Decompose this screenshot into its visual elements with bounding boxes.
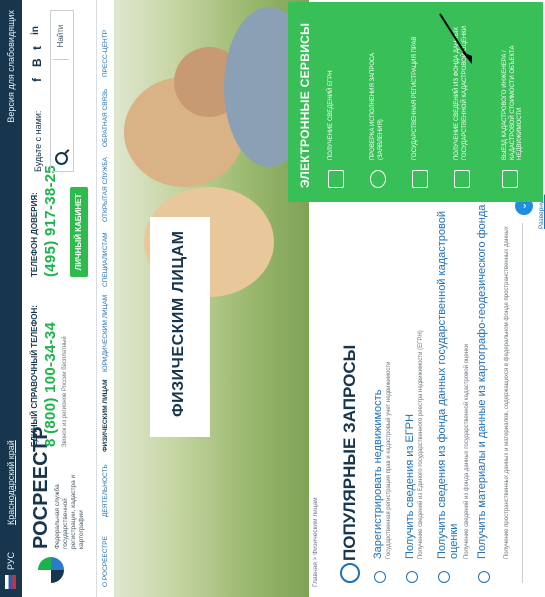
top-bar: РУС Краснодарский край Версия для слабов… — [0, 0, 22, 597]
hero-title: ФИЗИЧЕСКИМ ЛИЦАМ — [170, 230, 187, 417]
chevron-right-icon — [478, 571, 490, 583]
phone1-label: ЕДИНЫЙ СПРАВОЧНЫЙ ТЕЛЕФОН: — [30, 305, 39, 447]
language-select[interactable]: РУС — [6, 552, 16, 570]
request-desc: Получение сведений из фонда данных госуд… — [464, 343, 470, 559]
request-title[interactable]: Зарегистрировать недвижимость — [372, 390, 384, 559]
eservice-item[interactable]: ПОЛУЧЕНИЕ СВЕДЕНИЙ ЕГРН — [324, 12, 356, 192]
phone1-number: 8 (800) 100-34-34 — [42, 321, 59, 447]
flag-icon — [5, 575, 16, 589]
magnifier-icon — [370, 170, 386, 188]
personal-cabinet-button[interactable]: ЛИЧНЫЙ КАБИНЕТ — [70, 187, 88, 277]
request-title[interactable]: Получить материалы и данные из картограф… — [476, 205, 488, 559]
main-nav: О РОСРЕЕСТРЕ ДЕЯТЕЛЬНОСТЬ ФИЗИЧЕСКИМ ЛИЦ… — [96, 0, 116, 597]
accessibility-link[interactable]: Версия для слабовидящих — [6, 10, 16, 123]
eservice-label[interactable]: ПОЛУЧЕНИЕ СВЕДЕНИЙ ЕГРН — [328, 20, 336, 160]
search-icon — [55, 152, 68, 165]
nav-about[interactable]: О РОСРЕЕСТРЕ — [102, 536, 109, 587]
divider — [522, 223, 523, 583]
nav-individuals[interactable]: ФИЗИЧЕСКИМ ЛИЦАМ — [102, 379, 109, 452]
eservices-title: ЭЛЕКТРОННЫЕ СЕРВИСЫ — [298, 22, 312, 188]
phone2-label: ТЕЛЕФОН ДОВЕРИЯ: — [30, 192, 39, 277]
eservice-label[interactable]: ПРОВЕРКА ИСПОЛНЕНИЯ ЗАПРОСА (ЗАЯВЛЕНИЯ) — [370, 20, 385, 160]
search-input[interactable]: Найти — [50, 10, 74, 172]
rosreestr-page: РУС Краснодарский край Версия для слабов… — [0, 0, 545, 597]
phone1-note: Звонок из регионов России бесплатный — [62, 336, 68, 447]
rss-icon[interactable]: in — [30, 26, 41, 35]
chevron-right-icon — [438, 571, 450, 583]
popular-requests-title: ПОПУЛЯРНЫЕ ЗАПРОСЫ — [340, 344, 359, 561]
arrow-icon — [439, 13, 472, 64]
brand-subtitle: Федеральная служба государственной регис… — [54, 474, 85, 549]
nav-specialists[interactable]: СПЕЦИАЛИСТАМ — [102, 232, 109, 287]
document-icon — [328, 170, 344, 188]
social-label: Будьте с нами: — [33, 110, 43, 172]
nav-press-center[interactable]: ПРЕСС-ЦЕНТР — [102, 30, 109, 77]
vk-icon[interactable]: B — [30, 58, 44, 67]
nav-legal-entities[interactable]: ЮРИДИЧЕСКИМ ЛИЦАМ — [102, 295, 109, 372]
eservice-label[interactable]: ВЫЕЗД КАДАСТРОВОГО ИНЖЕНЕРА / КАДАСТРОВО… — [502, 20, 525, 161]
eservice-label[interactable]: ГОСУДАРСТВЕННАЯ РЕГИСТРАЦИЯ ПРАВ — [412, 20, 420, 160]
phone2-number: (495) 917-38-25 — [42, 164, 59, 277]
request-desc: Получение сведений из Единого государств… — [418, 330, 424, 559]
chevron-right-icon — [374, 571, 386, 583]
search-button[interactable]: Найти — [53, 13, 69, 60]
request-desc: Государственная регистрация прав и кадас… — [386, 361, 392, 559]
request-title[interactable]: Получить сведения из фонда данных госуда… — [436, 203, 460, 559]
rosreestr-logo-icon — [38, 557, 64, 583]
eservice-item[interactable]: ВЫЕЗД КАДАСТРОВОГО ИНЖЕНЕРА / КАДАСТРОВО… — [498, 12, 530, 192]
facebook-icon[interactable]: f — [30, 78, 44, 82]
nav-activity[interactable]: ДЕЯТЕЛЬНОСТЬ — [102, 464, 109, 517]
engineer-icon — [502, 170, 518, 188]
request-desc: Получение пространственных данных и мате… — [504, 226, 510, 559]
eservice-item[interactable]: ГОСУДАРСТВЕННАЯ РЕГИСТРАЦИЯ ПРАВ — [408, 12, 440, 192]
chevron-right-icon — [406, 571, 418, 583]
star-icon — [340, 563, 360, 583]
request-title[interactable]: Получить сведения из ЕГРН — [404, 414, 416, 559]
region-select[interactable]: Краснодарский край — [6, 440, 16, 525]
nav-open-service[interactable]: ОТКРЫТАЯ СЛУЖБА — [102, 157, 109, 222]
breadcrumb[interactable]: Главная > Физическим лицам — [312, 497, 319, 587]
building-icon — [412, 170, 428, 188]
screenshot-stage: РУС Краснодарский край Версия для слабов… — [0, 0, 545, 597]
map-icon — [454, 170, 470, 188]
electronic-services-panel: ЭЛЕКТРОННЫЕ СЕРВИСЫ ПОЛУЧЕНИЕ СВЕДЕНИЙ Е… — [288, 2, 543, 202]
hero-banner — [114, 0, 309, 597]
twitter-icon[interactable]: t — [30, 46, 44, 50]
eservice-item[interactable]: ПРОВЕРКА ИСПОЛНЕНИЯ ЗАПРОСА (ЗАЯВЛЕНИЯ) — [366, 12, 398, 192]
nav-feedback[interactable]: ОБРАТНАЯ СВЯЗЬ — [102, 89, 109, 147]
